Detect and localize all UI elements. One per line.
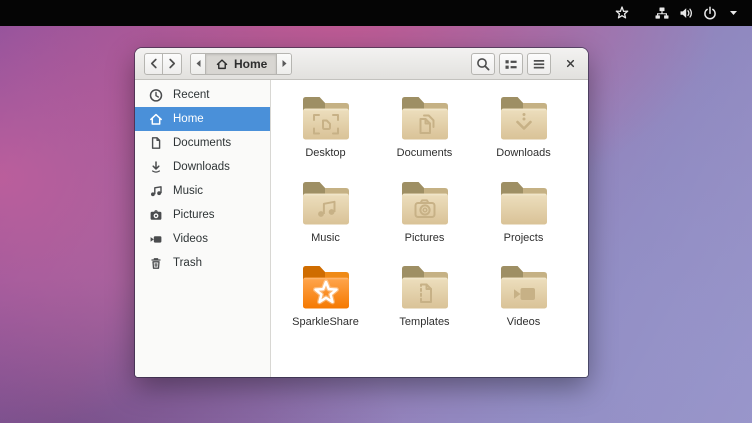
sidebar-item-label: Trash	[173, 257, 202, 269]
pictures-folder-icon	[399, 178, 451, 228]
file-manager-window: Home	[135, 48, 588, 377]
file-item-desktop[interactable]: Desktop	[279, 93, 373, 178]
file-item-pictures[interactable]: Pictures	[378, 178, 472, 263]
sidebar-item-label: Recent	[173, 89, 209, 101]
sidebar-item-home[interactable]: Home	[135, 107, 270, 131]
headerbar: Home	[135, 48, 588, 80]
caret-right-icon	[282, 60, 286, 67]
file-item-label: SparkleShare	[292, 316, 359, 328]
back-button[interactable]	[144, 53, 163, 75]
download-arrow-icon	[148, 159, 164, 175]
file-item-label: Downloads	[496, 147, 550, 159]
file-item-label: Videos	[507, 316, 540, 328]
file-item-documents[interactable]: Documents	[378, 93, 472, 178]
desktop: Home	[0, 0, 752, 423]
hamburger-menu-icon	[531, 56, 547, 72]
chevron-left-icon	[151, 60, 155, 68]
document-icon	[148, 135, 164, 151]
file-item-music[interactable]: Music	[279, 178, 373, 263]
chevron-right-icon	[170, 60, 174, 68]
file-item-label: Music	[311, 232, 340, 244]
headerbar-actions	[471, 53, 551, 75]
sparkleshare-folder-icon	[300, 262, 352, 312]
sidebar-item-recent[interactable]: Recent	[135, 83, 270, 107]
breadcrumb-previous-button[interactable]	[191, 54, 205, 74]
sidebar-item-label: Music	[173, 185, 203, 197]
search-button[interactable]	[471, 53, 495, 75]
network-icon[interactable]	[653, 4, 671, 22]
caret-left-icon	[196, 60, 200, 67]
volume-icon[interactable]	[677, 4, 695, 22]
plain-folder-icon	[498, 178, 550, 228]
templates-folder-icon	[399, 262, 451, 312]
file-item-label: Projects	[504, 232, 544, 244]
documents-folder-icon	[399, 93, 451, 143]
music-notes-icon	[148, 183, 164, 199]
breadcrumb-home-button[interactable]: Home	[205, 54, 277, 74]
home-icon	[148, 111, 164, 127]
file-item-sparkleshare[interactable]: SparkleShare	[279, 262, 373, 347]
list-view-icon	[503, 56, 519, 72]
sidebar-item-label: Home	[173, 113, 204, 125]
navigation-buttons	[144, 53, 182, 75]
search-icon	[475, 56, 491, 72]
sidebar-item-label: Pictures	[173, 209, 215, 221]
file-item-videos[interactable]: Videos	[477, 262, 571, 347]
file-item-projects[interactable]: Projects	[477, 178, 571, 263]
forward-button[interactable]	[163, 53, 182, 75]
file-item-label: Templates	[399, 316, 449, 328]
sidebar-item-documents[interactable]: Documents	[135, 131, 270, 155]
desktop-folder-icon	[300, 93, 352, 143]
sidebar-item-label: Downloads	[173, 161, 230, 173]
video-camera-icon	[148, 231, 164, 247]
file-item-downloads[interactable]: Downloads	[477, 93, 571, 178]
favorites-star-icon[interactable]	[613, 4, 631, 22]
sidebar-item-label: Documents	[173, 137, 231, 149]
system-menu-caret-icon[interactable]	[724, 4, 742, 22]
file-item-label: Desktop	[305, 147, 345, 159]
breadcrumb-next-button[interactable]	[277, 54, 291, 74]
file-item-label: Documents	[397, 147, 453, 159]
sidebar-item-label: Videos	[173, 233, 208, 245]
menu-button[interactable]	[527, 53, 551, 75]
music-folder-icon	[300, 178, 352, 228]
window-close-button[interactable]	[561, 55, 579, 73]
window-body: Recent Home Documents	[135, 80, 588, 377]
videos-folder-icon	[498, 262, 550, 312]
sidebar-item-pictures[interactable]: Pictures	[135, 203, 270, 227]
file-item-templates[interactable]: Templates	[378, 262, 472, 347]
sidebar-item-videos[interactable]: Videos	[135, 227, 270, 251]
sidebar-item-trash[interactable]: Trash	[135, 251, 270, 275]
path-breadcrumb: Home	[190, 53, 292, 75]
power-icon[interactable]	[701, 4, 719, 22]
system-top-bar	[0, 0, 752, 26]
sidebar-item-music[interactable]: Music	[135, 179, 270, 203]
breadcrumb-location-label: Home	[234, 57, 267, 71]
trash-can-icon	[148, 255, 164, 271]
home-icon	[215, 57, 229, 71]
places-sidebar: Recent Home Documents	[135, 80, 271, 377]
downloads-folder-icon	[498, 93, 550, 143]
view-toggle-button[interactable]	[499, 53, 523, 75]
sidebar-item-downloads[interactable]: Downloads	[135, 155, 270, 179]
file-item-label: Pictures	[405, 232, 445, 244]
close-icon	[564, 57, 577, 70]
file-icon-grid: Desktop Documents Downloads	[271, 80, 588, 377]
recent-clock-icon	[148, 87, 164, 103]
camera-icon	[148, 207, 164, 223]
